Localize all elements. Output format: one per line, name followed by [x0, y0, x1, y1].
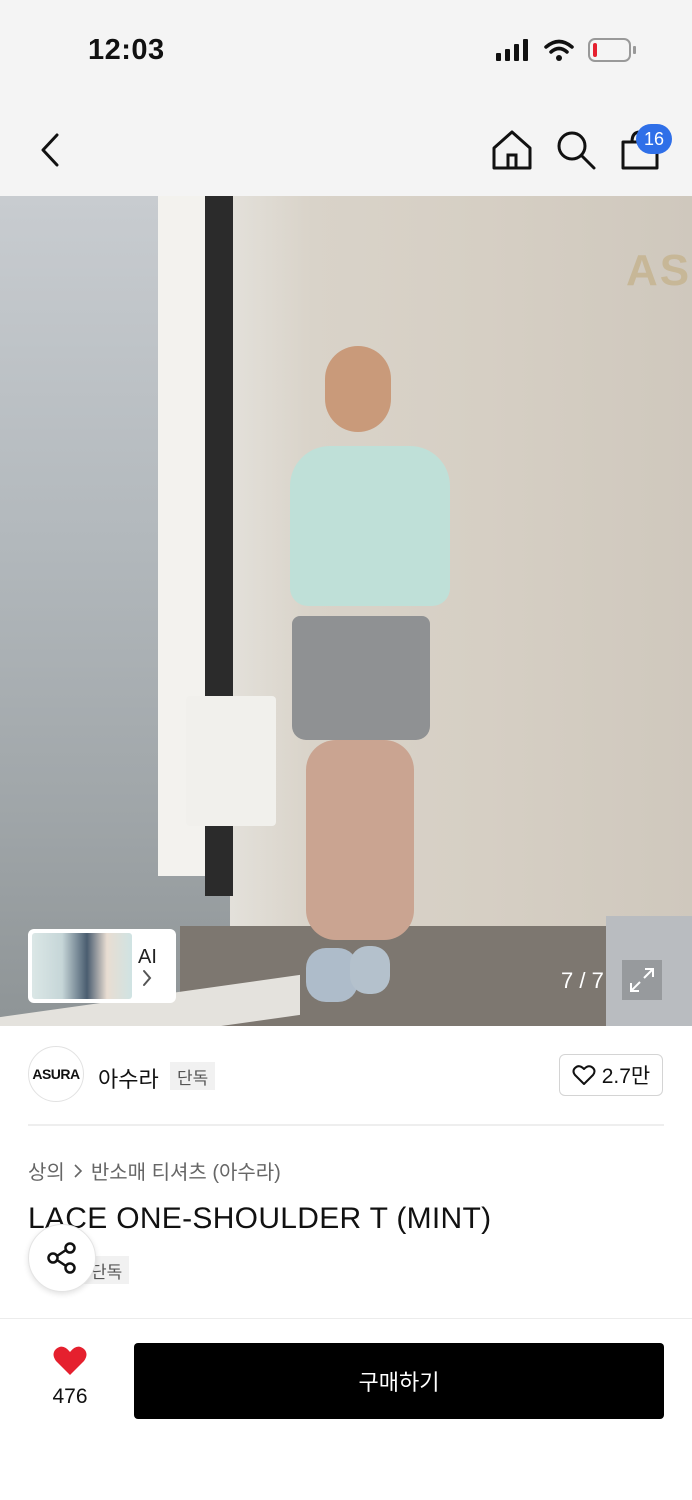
wifi-icon	[544, 39, 574, 66]
brand-like-button[interactable]: 2.7만	[559, 1054, 663, 1096]
expand-icon	[630, 968, 654, 992]
back-icon	[41, 133, 59, 167]
buy-button[interactable]: 구매하기	[134, 1343, 664, 1419]
model-legs	[306, 740, 414, 940]
breadcrumb-item-category[interactable]: 상의	[28, 1156, 65, 1185]
model-skirt	[292, 616, 430, 740]
ai-styling-button[interactable]: AI	[28, 929, 176, 1003]
status-time: 12:03	[88, 34, 165, 66]
heart-filled-icon	[53, 1346, 87, 1375]
status-icons	[496, 38, 636, 67]
model-top	[290, 446, 450, 606]
status-bar: 12:03	[0, 0, 692, 100]
search-icon	[557, 131, 596, 170]
brand-row: ASURA 아수라 단독 2.7만	[0, 1026, 692, 1126]
chevron-right-icon	[143, 969, 152, 986]
product-image-carousel[interactable]: ASUR	[0, 196, 692, 1026]
search-button[interactable]	[554, 128, 598, 172]
chevron-right-icon	[74, 1163, 82, 1178]
breadcrumb-item-subcategory[interactable]: 반소매 티셔츠 (아수라)	[91, 1156, 281, 1185]
model-head	[325, 346, 391, 432]
exclusive-badge: 단독	[170, 1062, 216, 1090]
model-shoe-right	[350, 946, 390, 994]
wall-logo: ASUR	[626, 246, 692, 295]
battery-low-icon	[588, 38, 636, 67]
expand-image-button[interactable]	[622, 960, 662, 1000]
brand-logo[interactable]: ASURA	[28, 1046, 84, 1102]
top-nav	[0, 100, 692, 196]
ai-thumbnail	[32, 933, 132, 999]
signal-icon	[496, 39, 530, 66]
share-button[interactable]	[28, 1224, 96, 1292]
brand-name[interactable]: 아수라	[98, 1062, 159, 1094]
cart-count-badge: 16	[636, 124, 672, 154]
back-button[interactable]	[30, 128, 70, 172]
heart-outline-icon	[572, 1065, 596, 1085]
breadcrumb: 상의 반소매 티셔츠 (아수라)	[28, 1156, 281, 1185]
wishlist-button[interactable]: 476	[30, 1345, 110, 1421]
wishlist-count: 476	[52, 1385, 88, 1408]
home-icon	[492, 130, 532, 170]
share-icon	[47, 1242, 76, 1274]
home-button[interactable]	[490, 128, 534, 172]
brand-like-count: 2.7만	[601, 1065, 651, 1088]
divider	[28, 1124, 664, 1126]
ai-label: AI	[138, 945, 157, 968]
ai-label-group: AI	[138, 946, 157, 987]
image-boxes	[186, 696, 276, 826]
image-counter: 7 / 7	[561, 968, 604, 993]
bottom-action-bar: 476 구매하기	[0, 1318, 692, 1500]
product-title: LACE ONE-SHOULDER T (MINT)	[28, 1202, 492, 1235]
